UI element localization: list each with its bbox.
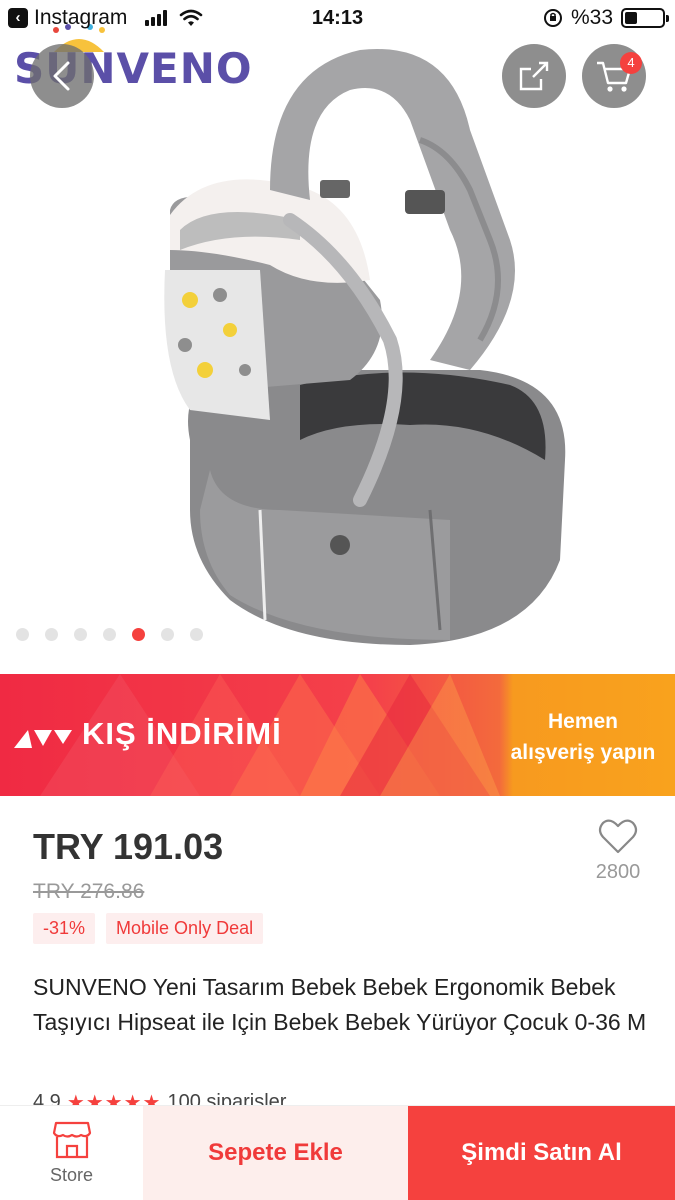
product-image [164, 49, 566, 645]
store-label: Store [49, 1164, 94, 1185]
gallery-pagination [16, 628, 203, 641]
pagination-dot[interactable] [74, 628, 87, 641]
pagination-dot[interactable] [103, 628, 116, 641]
pagination-dot[interactable] [190, 628, 203, 641]
share-icon [519, 61, 549, 91]
banner-cta[interactable]: Hemen alışveriş yapın [495, 706, 671, 768]
back-button[interactable] [30, 44, 94, 108]
store-button[interactable]: Store [0, 1106, 143, 1200]
pagination-dot[interactable] [45, 628, 58, 641]
battery-percent: %33 [570, 6, 613, 29]
buy-now-button[interactable]: Şimdi Satın Al [408, 1106, 675, 1200]
cart-count-badge: 4 [620, 52, 642, 74]
pagination-dot[interactable] [161, 628, 174, 641]
product-title: SUNVENO Yeni Tasarım Bebek Bebek Ergonom… [33, 974, 647, 1035]
pagination-dot-active[interactable] [132, 628, 145, 641]
chevron-left-icon [53, 61, 70, 91]
bottom-action-bar: Store Sepete Ekle Şimdi Satın Al [0, 1105, 675, 1200]
banner-title: KIŞ İNDİRİMİ [82, 716, 282, 751]
cart-button[interactable]: 4 [582, 44, 646, 108]
product-price: TRY 191.03 [33, 826, 224, 867]
pagination-dot[interactable] [16, 628, 29, 641]
status-bar: ‹ Instagram 14:13 %33 [0, 0, 675, 38]
store-icon [52, 1121, 91, 1158]
orientation-lock-icon [543, 9, 562, 27]
product-gallery[interactable]: SUNVENO 4 [0, 0, 675, 672]
wishlist-count: 2800 [595, 861, 641, 883]
banner-cta-line1: Hemen [547, 710, 619, 733]
mobile-deal-badge: Mobile Only Deal [106, 913, 264, 944]
winter-sale-banner[interactable]: KIŞ İNDİRİMİ Hemen alışveriş yapın [0, 674, 675, 796]
discount-badge: -31% [33, 913, 96, 944]
add-to-cart-button[interactable]: Sepete Ekle [143, 1106, 408, 1200]
wishlist-button[interactable]: 2800 [585, 818, 651, 884]
banner-cta-line2: alışveriş yapın [510, 741, 656, 764]
sale-logo-icon [14, 730, 72, 748]
original-price: TRY 276.86 [33, 880, 145, 903]
heart-icon [598, 819, 638, 854]
share-button[interactable] [502, 44, 566, 108]
battery-icon [621, 8, 669, 28]
deal-tags: -31% Mobile Only Deal [33, 913, 264, 944]
